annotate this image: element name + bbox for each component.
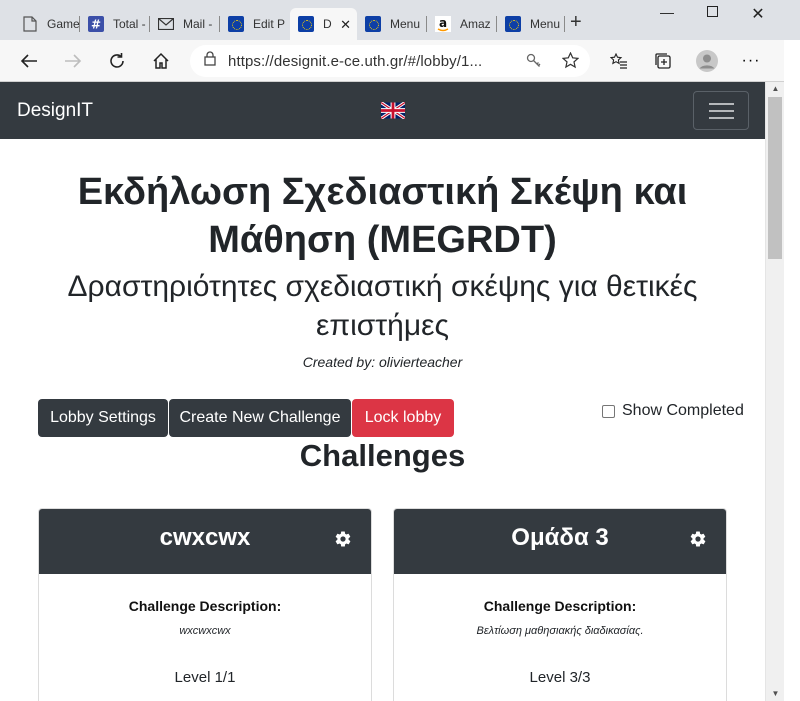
close-icon[interactable]: ✕ bbox=[340, 17, 351, 33]
eu-flag-icon bbox=[505, 16, 521, 32]
hamburger-icon bbox=[709, 103, 734, 105]
address-bar[interactable]: https://designit.e-ce.uth.gr/#/lobby/1..… bbox=[190, 45, 590, 77]
amazon-icon: a bbox=[435, 16, 451, 32]
show-completed-label: Show Completed bbox=[622, 402, 744, 419]
page-viewport: DesignIT Εκδήλωση Σχεδιαστική Σκέψη και … bbox=[0, 82, 765, 701]
card-header: Ομάδα 3 bbox=[394, 509, 726, 574]
forward-icon[interactable] bbox=[60, 48, 86, 74]
tab-label: Amaz bbox=[460, 17, 491, 31]
challenges-heading: Challenges bbox=[299, 438, 466, 473]
eu-flag-icon bbox=[298, 16, 314, 32]
tab-edit[interactable]: Edit P bbox=[220, 8, 290, 40]
maximize-icon[interactable] bbox=[697, 4, 727, 20]
lock-lobby-button[interactable]: Lock lobby bbox=[352, 399, 454, 437]
card-header: cwxcwx bbox=[39, 509, 371, 574]
tab-total[interactable]: # Total - bbox=[80, 8, 150, 40]
mail-icon bbox=[158, 16, 174, 32]
tab-designit[interactable]: D ✕ bbox=[290, 8, 357, 40]
level-text: Level 3/3 bbox=[529, 669, 591, 686]
tab-game[interactable]: Game bbox=[14, 8, 80, 40]
tab-label: Menu bbox=[390, 17, 421, 31]
tab-label: Total - bbox=[113, 17, 146, 31]
key-icon[interactable] bbox=[526, 53, 542, 74]
page-scrollbar[interactable]: ▲ ▼ bbox=[765, 82, 784, 701]
tab-amazon[interactable]: a Amaz bbox=[427, 8, 497, 40]
level-text: Level 1/1 bbox=[174, 669, 236, 686]
page-title: Εκδήλωση Σχεδιαστική Σκέψη και Μάθηση (M… bbox=[77, 171, 688, 261]
tab-label: Game bbox=[47, 17, 80, 31]
description-text: wxcwxcwx bbox=[179, 625, 231, 637]
site-navbar: DesignIT bbox=[0, 82, 765, 139]
collections-icon[interactable] bbox=[650, 48, 676, 74]
window-close-icon[interactable]: ✕ bbox=[743, 4, 773, 24]
window-border bbox=[784, 40, 800, 701]
profile-avatar-icon[interactable] bbox=[694, 48, 720, 74]
url-text: https://designit.e-ce.uth.gr/#/lobby/1..… bbox=[228, 52, 483, 70]
challenge-name: cwxcwx bbox=[159, 524, 251, 551]
scroll-up-icon[interactable]: ▲ bbox=[766, 82, 785, 96]
scroll-down-icon[interactable]: ▼ bbox=[766, 687, 785, 701]
create-challenge-button[interactable]: Create New Challenge bbox=[169, 399, 351, 437]
home-icon[interactable] bbox=[148, 48, 174, 74]
tab-label: D bbox=[323, 17, 332, 31]
favorites-list-icon[interactable] bbox=[606, 48, 632, 74]
creator-label: Created by: olivierteacher bbox=[302, 354, 463, 370]
hash-icon: # bbox=[88, 16, 104, 32]
lock-icon bbox=[204, 51, 216, 71]
tab-mail[interactable]: Mail - bbox=[150, 8, 220, 40]
tab-menu-2[interactable]: Menu bbox=[497, 8, 565, 40]
new-tab-plus-icon[interactable]: + bbox=[570, 12, 582, 32]
challenge-card[interactable]: cwxcwx Challenge Description: wxcwxcwx L… bbox=[38, 508, 372, 701]
menu-toggle-button[interactable] bbox=[693, 91, 749, 130]
tab-label: Menu bbox=[530, 17, 561, 31]
eu-flag-icon bbox=[365, 16, 381, 32]
refresh-icon[interactable] bbox=[104, 48, 130, 74]
description-label: Challenge Description: bbox=[483, 598, 637, 614]
gear-icon[interactable] bbox=[334, 530, 352, 548]
tab-menu[interactable]: Menu bbox=[357, 8, 427, 40]
minimize-icon[interactable]: — bbox=[652, 4, 682, 20]
challenge-name: Ομάδα 3 bbox=[511, 524, 609, 551]
more-options-icon[interactable]: ··· bbox=[738, 48, 764, 74]
challenge-card[interactable]: Ομάδα 3 Challenge Description: Βελτίωση … bbox=[393, 508, 727, 701]
svg-text:a: a bbox=[439, 16, 447, 30]
page-icon bbox=[22, 16, 38, 32]
description-label: Challenge Description: bbox=[128, 598, 282, 614]
tab-label: Edit P bbox=[253, 17, 286, 31]
eu-flag-icon bbox=[228, 16, 244, 32]
favorite-star-icon[interactable] bbox=[561, 51, 580, 74]
page-subtitle: Δραστηριότητες σχεδιαστική σκέψης για θε… bbox=[67, 270, 698, 342]
back-icon[interactable] bbox=[16, 48, 42, 74]
scrollbar-thumb[interactable] bbox=[768, 97, 782, 259]
tab-label: Mail - bbox=[183, 17, 213, 31]
description-text: Βελτίωση μαθησιακής διαδικασίας. bbox=[476, 625, 644, 637]
svg-text:#: # bbox=[91, 18, 101, 32]
uk-flag-icon[interactable] bbox=[380, 101, 406, 120]
browser-toolbar: https://designit.e-ce.uth.gr/#/lobby/1..… bbox=[0, 40, 784, 82]
show-completed-checkbox[interactable] bbox=[602, 404, 615, 418]
show-completed-toggle[interactable]: Show Completed bbox=[602, 402, 744, 420]
gear-icon[interactable] bbox=[689, 530, 707, 548]
brand-logo[interactable]: DesignIT bbox=[17, 100, 93, 122]
tab-strip: Game # Total - Mail - Edit P D ✕ Menu a … bbox=[0, 0, 800, 40]
lobby-settings-button[interactable]: Lobby Settings bbox=[38, 399, 168, 437]
